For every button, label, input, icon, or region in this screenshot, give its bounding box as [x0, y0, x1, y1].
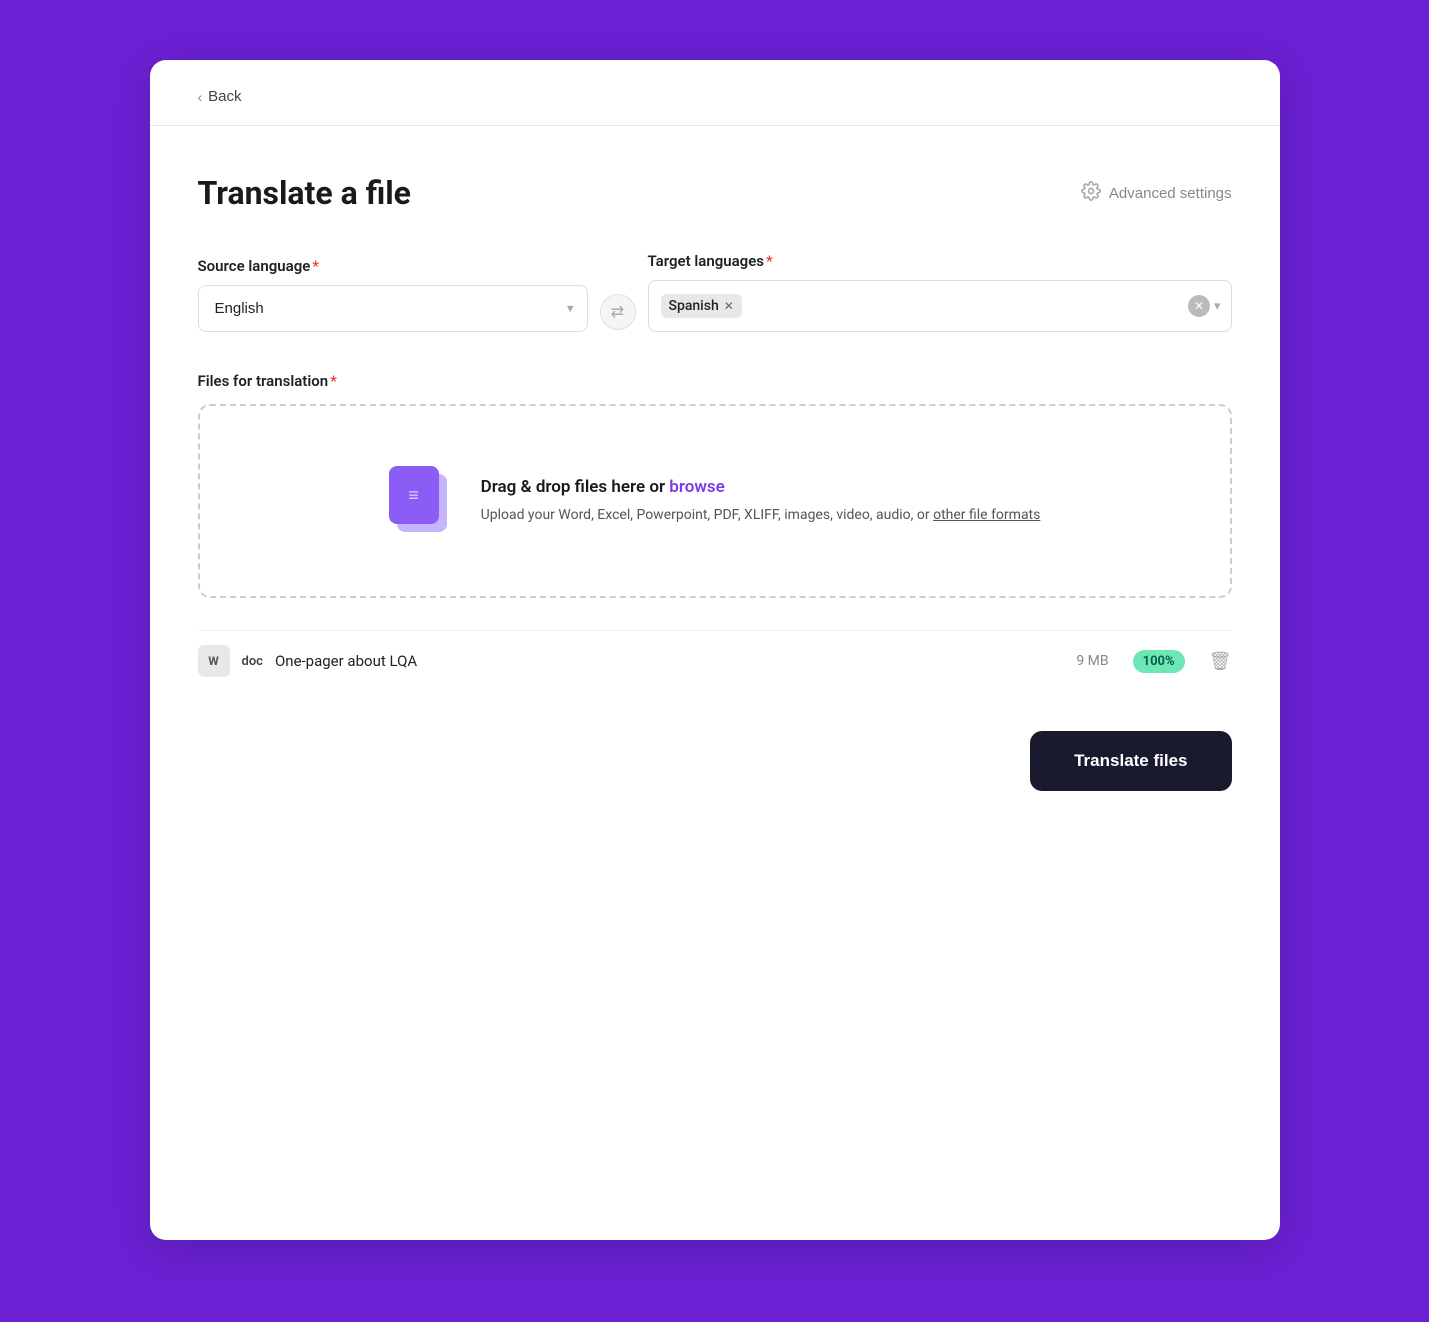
source-language-select[interactable]: English [198, 285, 588, 332]
file-type-badge: W [198, 645, 230, 677]
advanced-settings-button[interactable]: Advanced settings [1081, 181, 1232, 205]
file-size: 9 MB [1076, 653, 1108, 669]
file-list-item: W doc One-pager about LQA 9 MB 100% 🗑 [198, 630, 1232, 691]
other-file-formats-link[interactable]: other file formats [933, 507, 1040, 523]
back-button[interactable]: ‹ Back [198, 88, 242, 105]
file-extension: doc [242, 654, 263, 669]
source-language-label: Source language* [198, 257, 588, 275]
dropzone-heading: Drag & drop files here or browse [481, 477, 1041, 497]
file-dropzone[interactable]: Drag & drop files here or browse Upload … [198, 404, 1232, 598]
dropzone-description: Upload your Word, Excel, Powerpoint, PDF… [481, 505, 1041, 526]
target-languages-group: Target languages* Spanish ✕ ✕ ▾ [648, 252, 1232, 332]
swap-languages-button[interactable]: ⇄ [600, 294, 636, 330]
clear-target-button[interactable]: ✕ [1188, 295, 1210, 317]
files-section: Files for translation* Drag & drop files… [198, 372, 1232, 691]
chevron-left-icon: ‹ [198, 89, 203, 105]
target-language-tag: Spanish ✕ [661, 294, 742, 318]
trash-icon: 🗑 [1209, 651, 1232, 672]
back-label: Back [208, 88, 241, 105]
source-language-group: Source language* English ▾ [198, 257, 588, 332]
file-name: One-pager about LQA [275, 652, 1064, 670]
browse-link[interactable]: browse [669, 477, 725, 497]
translate-files-button[interactable]: Translate files [1030, 731, 1231, 791]
file-progress-badge: 100% [1133, 650, 1185, 673]
file-icon [389, 466, 453, 536]
swap-icon: ⇄ [611, 302, 624, 322]
page-title: Translate a file [198, 174, 411, 212]
remove-tag-button[interactable]: ✕ [724, 300, 734, 312]
source-language-select-wrapper: English ▾ [198, 285, 588, 332]
target-languages-input[interactable]: Spanish ✕ ✕ ▾ [648, 280, 1232, 332]
gear-icon [1081, 181, 1101, 205]
advanced-settings-label: Advanced settings [1109, 185, 1232, 202]
target-languages-label: Target languages* [648, 252, 1232, 270]
target-dropdown-icon: ▾ [1214, 299, 1221, 314]
delete-file-button[interactable]: 🗑 [1209, 651, 1232, 672]
